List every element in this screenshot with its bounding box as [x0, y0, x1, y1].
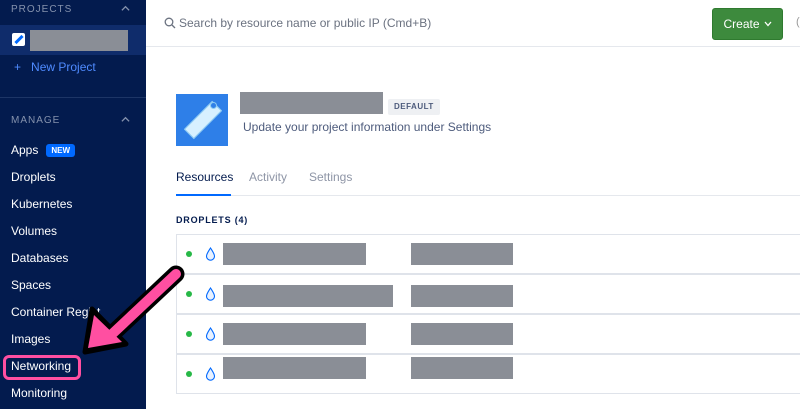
sidebar-item-droplets[interactable]: Droplets — [11, 170, 141, 184]
chevron-up-icon[interactable] — [121, 115, 130, 124]
new-badge: NEW — [46, 144, 76, 157]
current-project-item[interactable] — [0, 25, 146, 55]
projects-heading: PROJECTS — [11, 4, 73, 15]
create-label: Create — [723, 17, 760, 31]
project-icon — [12, 33, 25, 46]
tab-resources[interactable]: Resources — [176, 170, 233, 184]
redacted-project-name — [30, 30, 128, 51]
droplet-row[interactable] — [176, 234, 800, 274]
droplet-icon — [205, 367, 216, 381]
sidebar-divider — [0, 97, 146, 98]
droplet-icon — [205, 327, 216, 341]
status-dot — [186, 251, 192, 257]
new-project-link[interactable]: + New Project — [14, 60, 96, 74]
redacted-droplet-name — [223, 285, 393, 307]
redacted-droplet-name — [223, 357, 366, 379]
sidebar-item-kubernetes[interactable]: Kubernetes — [11, 197, 141, 211]
redacted-project-title — [240, 92, 383, 114]
new-project-label: New Project — [31, 60, 96, 74]
redacted-droplet-name — [223, 243, 366, 265]
redacted-droplet-ip — [411, 357, 513, 379]
sidebar-item-label: Apps — [11, 143, 39, 157]
sidebar-item-monitoring[interactable]: Monitoring — [11, 386, 141, 400]
default-badge: DEFAULT — [388, 99, 440, 115]
sidebar-item-apps[interactable]: Apps NEW — [11, 143, 141, 157]
top-bar: Create ( — [146, 0, 800, 47]
annotation-arrow — [82, 265, 185, 355]
tab-settings[interactable]: Settings — [309, 170, 352, 184]
redacted-droplet-ip — [411, 243, 513, 265]
droplet-row[interactable] — [176, 354, 800, 394]
droplet-icon — [205, 247, 216, 261]
chevron-down-icon — [764, 21, 772, 27]
droplets-heading: DROPLETS (4) — [176, 215, 249, 225]
active-tab-indicator — [176, 194, 231, 196]
plus-icon: + — [14, 60, 22, 74]
droplet-row[interactable] — [176, 314, 800, 354]
redacted-droplet-ip — [411, 285, 513, 307]
manage-heading: MANAGE — [11, 115, 61, 126]
search-icon — [164, 17, 176, 29]
redacted-droplet-name — [223, 323, 366, 345]
sidebar-item-volumes[interactable]: Volumes — [11, 224, 141, 238]
status-dot — [186, 371, 192, 377]
create-button[interactable]: Create — [712, 8, 783, 40]
search-input[interactable] — [179, 13, 499, 33]
project-description: Update your project information under Se… — [243, 120, 492, 134]
clipped-text: ( — [796, 16, 800, 28]
tab-activity[interactable]: Activity — [249, 170, 287, 184]
droplet-row[interactable] — [176, 274, 800, 314]
droplet-icon — [205, 287, 216, 301]
redacted-droplet-ip — [411, 323, 513, 345]
project-logo — [176, 94, 228, 146]
chevron-up-icon[interactable] — [121, 4, 130, 13]
tab-bar: Resources Activity Settings — [176, 162, 800, 196]
networking-highlight — [3, 355, 81, 380]
